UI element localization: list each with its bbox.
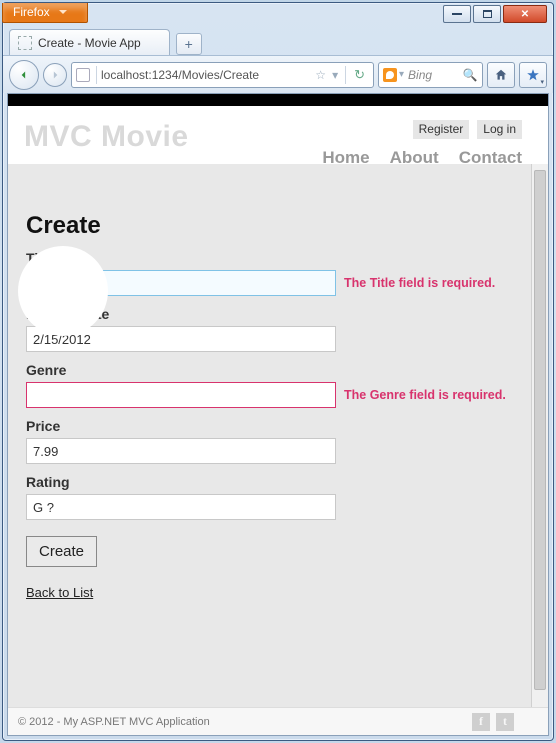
window-close-button[interactable]: ✕ (503, 5, 547, 23)
footer-copyright: © 2012 - My ASP.NET MVC Application (18, 716, 210, 728)
site-identity-icon (76, 68, 90, 82)
label-genre: Genre (26, 362, 530, 378)
login-link[interactable]: Log in (477, 120, 522, 139)
page-content: Create Title The Title field is required… (8, 164, 548, 707)
twitter-icon[interactable]: t (496, 713, 514, 731)
browser-tab-active[interactable]: Create - Movie App (9, 29, 170, 55)
url-dropdown-icon[interactable]: ▾ (329, 68, 341, 82)
hero-circle (18, 246, 108, 336)
error-title: The Title field is required. (344, 276, 495, 290)
arrow-right-icon (48, 68, 62, 82)
create-button[interactable]: Create (26, 536, 97, 567)
window-maximize-button[interactable] (473, 5, 501, 23)
home-button[interactable] (487, 62, 515, 88)
firefox-app-menu-label: Firefox (13, 5, 50, 19)
search-placeholder: Bing (408, 68, 462, 82)
site-footer: © 2012 - My ASP.NET MVC Application f t (8, 707, 548, 735)
browser-toolbar: localhost:1234/Movies/Create ☆ ▾ ↻ ▾ Bin… (3, 55, 553, 93)
bookmark-star-icon[interactable]: ☆ (312, 68, 329, 82)
tab-favicon (18, 36, 32, 50)
tab-title: Create - Movie App (38, 36, 141, 50)
search-engine-dropdown-icon[interactable]: ▾ (399, 69, 404, 80)
label-title: Title (26, 250, 530, 266)
reload-button[interactable]: ↻ (350, 67, 369, 83)
url-text: localhost:1234/Movies/Create (101, 68, 312, 82)
top-black-bar (8, 94, 548, 106)
scrollbar-thumb[interactable] (534, 170, 546, 690)
input-rating[interactable] (26, 494, 336, 520)
bing-icon (383, 68, 397, 82)
arrow-left-icon (17, 68, 31, 82)
search-bar[interactable]: ▾ Bing 🔍 (378, 62, 483, 88)
nav-back-button[interactable] (9, 60, 39, 90)
window-controls: ✕ (441, 5, 547, 23)
search-go-icon[interactable]: 🔍 (462, 68, 478, 82)
bookmark-filled-icon (526, 68, 540, 82)
site-header: MVC Movie Register Log in Home About Con… (8, 106, 548, 164)
window-minimize-button[interactable] (443, 5, 471, 23)
browser-window: Firefox ✕ Create - Movie App + localhost… (2, 2, 554, 741)
tab-strip: Create - Movie App + (9, 27, 547, 55)
register-link[interactable]: Register (413, 120, 470, 139)
page-viewport: MVC Movie Register Log in Home About Con… (7, 93, 549, 736)
input-price[interactable] (26, 438, 336, 464)
home-icon (494, 68, 508, 82)
page-heading: Create (26, 212, 530, 240)
firefox-app-menu[interactable]: Firefox (2, 3, 88, 23)
nav-forward-button[interactable] (43, 63, 67, 87)
error-genre: The Genre field is required. (344, 388, 506, 402)
label-price: Price (26, 418, 530, 434)
url-bar[interactable]: localhost:1234/Movies/Create ☆ ▾ ↻ (71, 62, 374, 88)
bookmarks-button[interactable]: ▾ (519, 62, 547, 88)
input-genre[interactable] (26, 382, 336, 408)
vertical-scrollbar[interactable] (531, 164, 548, 707)
back-to-list-link[interactable]: Back to List (26, 585, 93, 600)
new-tab-button[interactable]: + (176, 33, 202, 55)
label-rating: Rating (26, 474, 530, 490)
facebook-icon[interactable]: f (472, 713, 490, 731)
